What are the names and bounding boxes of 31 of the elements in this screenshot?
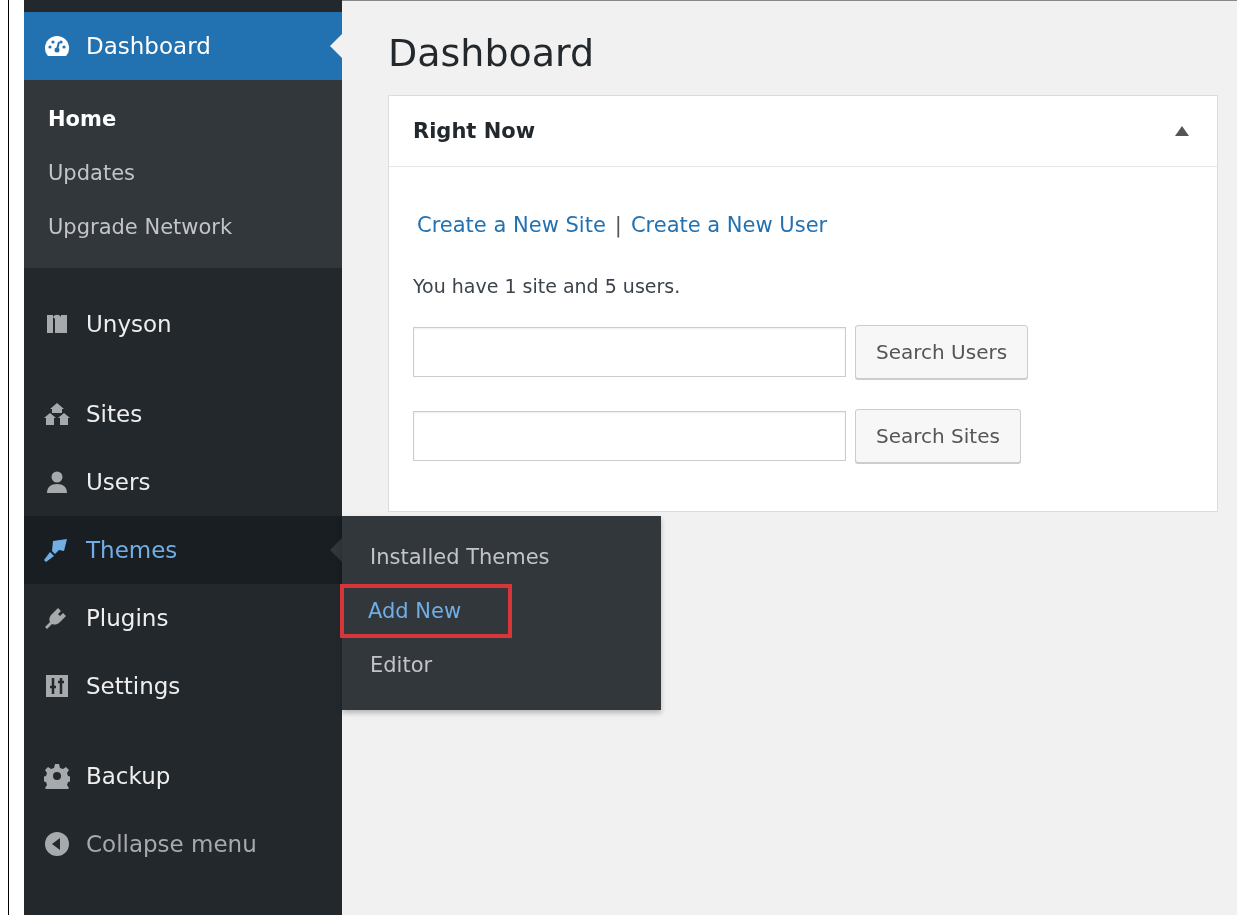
menu-item[interactable]: Plugins: [24, 584, 342, 652]
flyout-item[interactable]: Add New: [340, 584, 512, 638]
collapse-toggle-icon[interactable]: [1175, 126, 1189, 136]
summary-text: You have 1 site and 5 users.: [413, 275, 682, 297]
dashboard-gauge-icon: [44, 35, 70, 57]
sliders-icon: [45, 674, 69, 698]
search-button[interactable]: Search Users: [855, 325, 1029, 379]
create-link[interactable]: Create a New Site: [417, 213, 606, 237]
unyson-logo-icon: [45, 313, 69, 335]
flyout-item[interactable]: Editor: [342, 638, 661, 692]
menu-item[interactable]: Settings: [24, 652, 342, 720]
submenu-item[interactable]: Home: [24, 92, 342, 146]
menu-item[interactable]: Backup: [24, 742, 342, 810]
widget-title: Right Now: [413, 119, 536, 143]
menu-item[interactable]: Collapse menu: [24, 810, 342, 878]
submenu-item[interactable]: Updates: [24, 146, 342, 200]
user-icon: [45, 470, 69, 494]
create-link[interactable]: Create a New User: [630, 213, 828, 237]
menu-item[interactable]: Sites: [24, 380, 342, 448]
gear-icon: [44, 763, 70, 789]
houses-icon: [43, 402, 71, 426]
menu-item[interactable]: Dashboard: [24, 12, 342, 80]
submenu-item[interactable]: Upgrade Network: [24, 200, 342, 254]
menu-item[interactable]: Unyson: [24, 290, 342, 358]
search-button[interactable]: Search Sites: [855, 409, 1021, 463]
page-title: Dashboard: [388, 31, 596, 75]
link-separator: |: [614, 213, 622, 237]
search-field[interactable]: [413, 327, 846, 377]
flyout-item[interactable]: Installed Themes: [342, 530, 661, 584]
menu-item[interactable]: Users: [24, 448, 342, 516]
search-field[interactable]: [413, 411, 846, 461]
